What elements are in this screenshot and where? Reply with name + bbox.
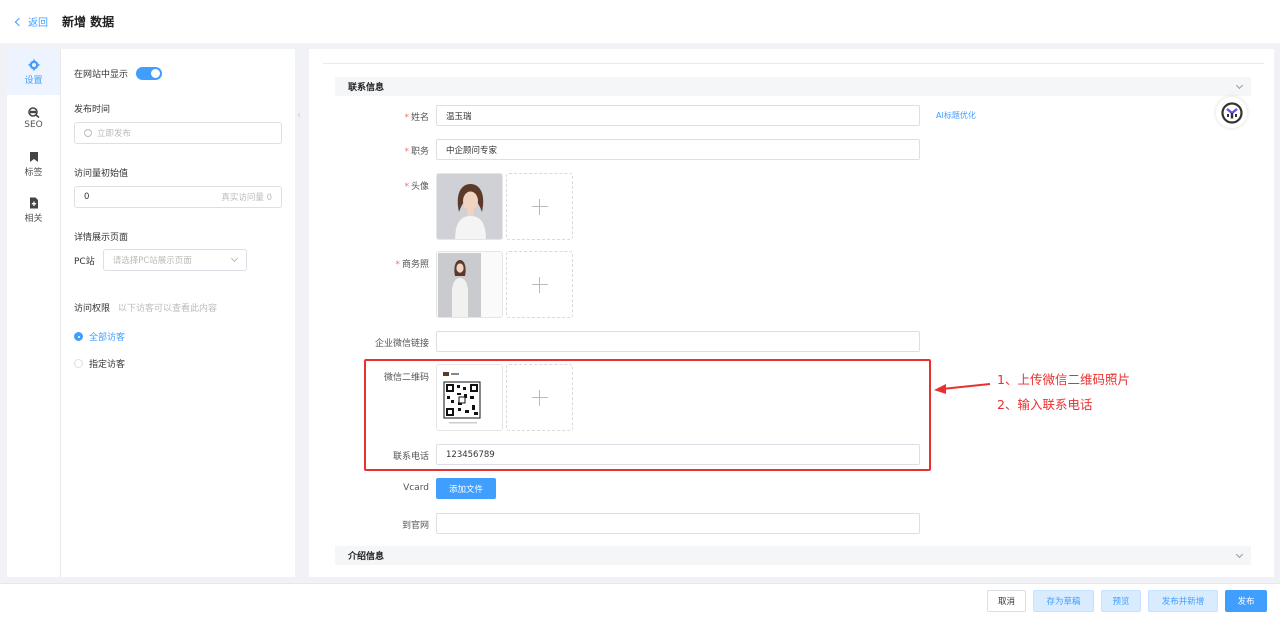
rail-label: 标签 — [24, 167, 43, 178]
cancel-button[interactable]: 取消 — [987, 590, 1026, 612]
position-label: * 职务 — [404, 147, 429, 157]
bookmark-icon — [29, 151, 38, 162]
pc-page-placeholder: 请选择PC站展示页面 — [112, 256, 192, 266]
rail-item-related[interactable]: 相关 — [7, 187, 60, 233]
pc-page-select[interactable]: 请选择PC站展示页面 — [102, 249, 247, 271]
name-input[interactable]: 温玉瑞 — [436, 105, 920, 126]
add-file-icon — [29, 197, 38, 208]
rail-item-tags[interactable]: 标签 — [7, 141, 60, 187]
avatar-label: * 头像 — [404, 182, 429, 192]
business-photo-label: * 商务照 — [395, 260, 429, 270]
phone-value: 123456789 — [446, 449, 495, 460]
radio-specified-visitors[interactable]: 指定访客 — [74, 357, 282, 370]
annotation-arrow-icon — [934, 383, 991, 394]
annotation-line-2: 2、输入联系电话 — [997, 397, 1093, 412]
intro-section-header[interactable]: 介绍信息 — [335, 546, 1251, 565]
phone-input[interactable]: 123456789 — [436, 444, 920, 465]
publish-time-placeholder: 立即发布 — [97, 129, 132, 139]
detail-page-label: 详情展示页面 — [74, 233, 129, 243]
publish-time-label: 发布时间 — [74, 105, 111, 115]
side-rail: 设置 SEO 标签 相关 — [7, 49, 61, 577]
radio-all-visitors[interactable]: 全部访客 — [74, 330, 282, 343]
divider — [323, 63, 1264, 64]
rail-label: 设置 — [24, 75, 43, 86]
business-photo-image[interactable] — [436, 251, 503, 318]
settings-panel: 在网站中显示 发布时间 立即发布 访问量初始值 0 真实访问量 0 详情展示页面… — [61, 49, 295, 577]
seo-icon — [28, 106, 40, 118]
radio-label: 全部访客 — [89, 333, 126, 343]
initial-views-input[interactable]: 0 真实访问量 0 — [74, 186, 282, 208]
publish-button[interactable]: 发布 — [1225, 590, 1267, 612]
access-hint: 以下访客可以查看此内容 — [118, 304, 218, 314]
contact-section-header[interactable]: 联系信息 — [335, 77, 1251, 96]
ai-title-optimize-link[interactable]: AI标题优化 — [936, 110, 976, 121]
initial-views-label: 访问量初始值 — [74, 169, 129, 179]
annotation-line-1: 1、上传微信二维码照片 — [997, 372, 1130, 387]
website-input[interactable] — [436, 513, 920, 534]
phone-label: 联系电话 — [392, 452, 429, 462]
avatar-image[interactable] — [436, 173, 503, 240]
chevron-down-icon — [1235, 550, 1244, 558]
publish-and-new-button[interactable]: 发布并新增 — [1148, 590, 1218, 612]
wecom-link-label: 企业微信链接 — [374, 339, 429, 349]
initial-views-value: 0 — [84, 192, 90, 202]
show-on-site-label: 在网站中显示 — [74, 70, 129, 80]
back-label: 返回 — [28, 18, 48, 29]
website-label: 到官网 — [401, 521, 429, 531]
radio-label: 指定访客 — [89, 360, 126, 370]
wecom-link-input[interactable] — [436, 331, 920, 352]
publish-time-input[interactable]: 立即发布 — [74, 122, 282, 144]
avatar-upload-button[interactable] — [506, 173, 573, 240]
chevron-left-icon — [14, 17, 24, 26]
chevron-down-icon — [230, 254, 238, 263]
chevron-down-icon — [1235, 81, 1244, 89]
name-value: 温玉瑞 — [446, 111, 472, 122]
vcard-label: Vcard — [403, 483, 429, 493]
rail-item-settings[interactable]: 设置 — [7, 49, 60, 95]
main-form: 联系信息 * 姓名 温玉瑞 AI标题优化 * 职务 中企顾问专家 * 头像 * 商务照 — [309, 49, 1274, 577]
rail-label: SEO — [24, 119, 43, 130]
top-bar: 返回 新增 数据 — [0, 0, 1280, 43]
radio-unchecked-icon — [74, 359, 83, 368]
gear-icon — [28, 59, 39, 70]
bottom-action-bar: 取消 存为草稿 预览 发布并新增 发布 — [0, 583, 1280, 618]
add-file-button[interactable]: 添加文件 — [436, 478, 496, 499]
radio-checked-icon — [74, 332, 83, 341]
clock-icon — [84, 129, 92, 137]
panel-collapse-handle[interactable]: ‹ — [294, 92, 304, 138]
save-draft-button[interactable]: 存为草稿 — [1033, 590, 1094, 612]
access-label: 访问权限 — [74, 304, 111, 314]
wechat-qr-upload-button[interactable] — [506, 364, 573, 431]
business-photo-upload-button[interactable] — [506, 251, 573, 318]
name-label: * 姓名 — [404, 113, 429, 123]
real-views-text: 真实访问量 0 — [221, 193, 272, 203]
wechat-qr-label: 微信二维码 — [383, 373, 429, 383]
show-on-site-toggle[interactable] — [136, 67, 163, 80]
section-title: 联系信息 — [348, 83, 385, 93]
pc-label: PC站 — [74, 256, 95, 267]
position-value: 中企顾问专家 — [446, 145, 498, 156]
preview-button[interactable]: 预览 — [1101, 590, 1141, 612]
page-title: 新增 数据 — [62, 15, 115, 29]
wechat-qr-image[interactable] — [436, 364, 503, 431]
back-button[interactable]: 返回 — [14, 14, 48, 29]
position-input[interactable]: 中企顾问专家 — [436, 139, 920, 160]
assistant-logo-icon[interactable] — [1216, 97, 1247, 128]
rail-label: 相关 — [24, 213, 43, 224]
rail-item-seo[interactable]: SEO — [7, 95, 60, 141]
section-title: 介绍信息 — [348, 552, 385, 562]
